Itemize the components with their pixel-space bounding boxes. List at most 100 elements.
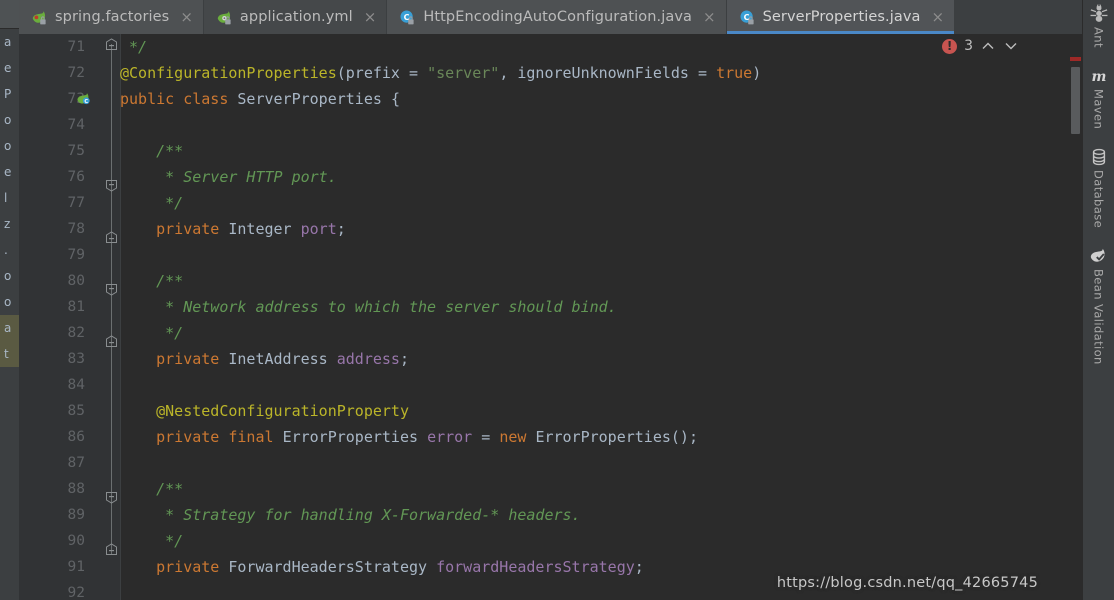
code-line[interactable]: 75 /** xyxy=(19,138,1082,164)
code-line-text: /** xyxy=(156,480,184,498)
line-number: 80 xyxy=(67,273,85,289)
project-tree-item[interactable]: o xyxy=(0,133,19,159)
code-line-text: public class ServerProperties { xyxy=(120,90,400,108)
code-line[interactable]: 76 * Server HTTP port. xyxy=(19,164,1082,190)
code-line-text: private final ErrorProperties error = ne… xyxy=(156,428,698,446)
code-line[interactable]: 82 */ xyxy=(19,320,1082,346)
editor-tab-application-yml[interactable]: application.yml × xyxy=(203,0,388,34)
code-line-text: @NestedConfigurationProperty xyxy=(156,402,409,420)
code-editor[interactable]: 71 */ 72 @ConfigurationProperties(prefix =… xyxy=(19,34,1082,600)
line-number: 82 xyxy=(67,325,85,341)
project-tree-item[interactable]: a xyxy=(0,315,19,341)
project-tree-item[interactable]: e xyxy=(0,55,19,81)
editor-tab-label: application.yml xyxy=(239,9,353,25)
code-line-text: /** xyxy=(156,142,184,160)
editor-tab-spring-factories[interactable]: spring.factories × xyxy=(19,0,204,34)
code-line[interactable]: 81 * Network address to which the server… xyxy=(19,294,1082,320)
project-tree-item[interactable]: o xyxy=(0,289,19,315)
tool-window-label: Bean Validation xyxy=(1091,269,1106,365)
code-line-text: * Server HTTP port. xyxy=(156,168,337,186)
line-number: 77 xyxy=(67,195,85,211)
prev-error-icon[interactable] xyxy=(980,38,996,54)
watermark-text: https://blog.csdn.net/qq_42665745 xyxy=(776,575,1038,591)
next-error-icon[interactable] xyxy=(1003,38,1019,54)
project-tree-item[interactable]: z xyxy=(0,211,19,237)
line-number: 81 xyxy=(67,299,85,315)
project-tree-item[interactable]: o xyxy=(0,107,19,133)
code-line-text: private ForwardHeadersStrategy forwardHe… xyxy=(156,558,644,576)
editor-tab-httpencodingautoconfiguration-java[interactable]: C HttpEncodingAutoConfiguration.java × xyxy=(387,0,727,34)
tool-window-button-maven[interactable]: m Maven xyxy=(1089,66,1109,129)
code-line[interactable]: 85 @NestedConfigurationProperty xyxy=(19,398,1082,424)
close-icon[interactable]: × xyxy=(364,9,377,25)
code-line[interactable]: 83 private InetAddress address; xyxy=(19,346,1082,372)
project-tree-item[interactable]: o xyxy=(0,263,19,289)
line-number: 78 xyxy=(67,221,85,237)
code-line[interactable]: 73 Cpublic class ServerProperties { xyxy=(19,86,1082,112)
line-number: 72 xyxy=(67,65,85,81)
line-number: 75 xyxy=(67,143,85,159)
tool-window-button-bean-validation[interactable]: Bean Validation xyxy=(1089,246,1109,365)
spring-yaml-icon xyxy=(217,10,231,24)
project-tree-item[interactable]: . xyxy=(0,237,19,263)
ant-icon xyxy=(1090,4,1107,22)
line-number: 76 xyxy=(67,169,85,185)
inspection-widget[interactable]: ! 3 xyxy=(942,38,1019,54)
close-icon[interactable]: × xyxy=(703,9,716,25)
spring-bean-icon[interactable]: C xyxy=(76,91,92,107)
code-line-text: * Strategy for handling X-Forwarded-* he… xyxy=(156,506,581,524)
tool-window-button-ant[interactable]: Ant xyxy=(1089,4,1109,48)
line-number: 83 xyxy=(67,351,85,367)
project-tree-item[interactable]: P xyxy=(0,81,19,107)
spring-factories-icon xyxy=(32,10,46,24)
code-line[interactable]: 84 xyxy=(19,372,1082,398)
tool-window-button-database[interactable]: Database xyxy=(1089,147,1109,228)
project-tree-item[interactable]: t xyxy=(0,341,19,367)
code-line[interactable]: 71 */ xyxy=(19,34,1082,60)
tool-window-label: Maven xyxy=(1091,88,1106,130)
project-panel-sliver[interactable]: aePooelz.ooat xyxy=(0,0,19,600)
code-line[interactable]: 87 xyxy=(19,450,1082,476)
code-line[interactable]: 89 * Strategy for handling X-Forwarded-*… xyxy=(19,502,1082,528)
code-line[interactable]: 77 */ xyxy=(19,190,1082,216)
line-number: 84 xyxy=(67,377,85,393)
code-content[interactable]: 71 */ 72 @ConfigurationProperties(prefix =… xyxy=(19,34,1082,600)
right-tool-window-bar[interactable]: Ant m Maven Database Bean Validation xyxy=(1082,0,1114,600)
project-tree-item[interactable]: a xyxy=(0,29,19,55)
code-line[interactable]: 74 xyxy=(19,112,1082,138)
project-panel-tabrow xyxy=(0,0,19,29)
line-number: 79 xyxy=(67,247,85,263)
line-number: 71 xyxy=(67,39,85,55)
code-line[interactable]: 72 @ConfigurationProperties(prefix = "ser… xyxy=(19,60,1082,86)
project-tree-items[interactable]: aePooelz.ooat xyxy=(0,29,19,367)
code-line[interactable]: 90 */ xyxy=(19,528,1082,554)
code-line-text: */ xyxy=(120,38,148,56)
svg-text:C: C xyxy=(84,99,88,105)
tab-bar-filler xyxy=(955,0,1082,34)
editor-tab-serverproperties-java[interactable]: C ServerProperties.java × xyxy=(726,0,956,34)
database-icon xyxy=(1092,148,1105,166)
error-stripe-column[interactable] xyxy=(1069,34,1082,600)
project-tree-item[interactable]: l xyxy=(0,185,19,211)
close-icon[interactable]: × xyxy=(180,9,193,25)
editor-tab-label: ServerProperties.java xyxy=(762,9,921,25)
close-icon[interactable]: × xyxy=(932,9,945,25)
code-line[interactable]: 86 private final ErrorProperties error =… xyxy=(19,424,1082,450)
code-line-text: private InetAddress address; xyxy=(156,350,409,368)
code-line-text: @ConfigurationProperties(prefix = "serve… xyxy=(120,64,762,82)
project-tree-item[interactable]: e xyxy=(0,159,19,185)
editor-scrollbar-thumb[interactable] xyxy=(1071,67,1080,134)
editor-tab-bar[interactable]: spring.factories × application.yml × C HttpEn… xyxy=(19,0,1082,34)
error-stripe-marker[interactable] xyxy=(1070,57,1081,61)
code-line-text: */ xyxy=(156,532,184,550)
code-line[interactable]: 79 xyxy=(19,242,1082,268)
code-line[interactable]: 78 private Integer port; xyxy=(19,216,1082,242)
code-line[interactable]: 80 /** xyxy=(19,268,1082,294)
error-count: 3 xyxy=(964,38,973,54)
code-line-text: */ xyxy=(156,324,184,342)
line-number: 90 xyxy=(67,533,85,549)
editor-tab-label: HttpEncodingAutoConfiguration.java xyxy=(423,9,693,25)
code-line[interactable]: 88 /** xyxy=(19,476,1082,502)
line-number: 91 xyxy=(67,559,85,575)
error-icon[interactable]: ! xyxy=(942,38,958,54)
